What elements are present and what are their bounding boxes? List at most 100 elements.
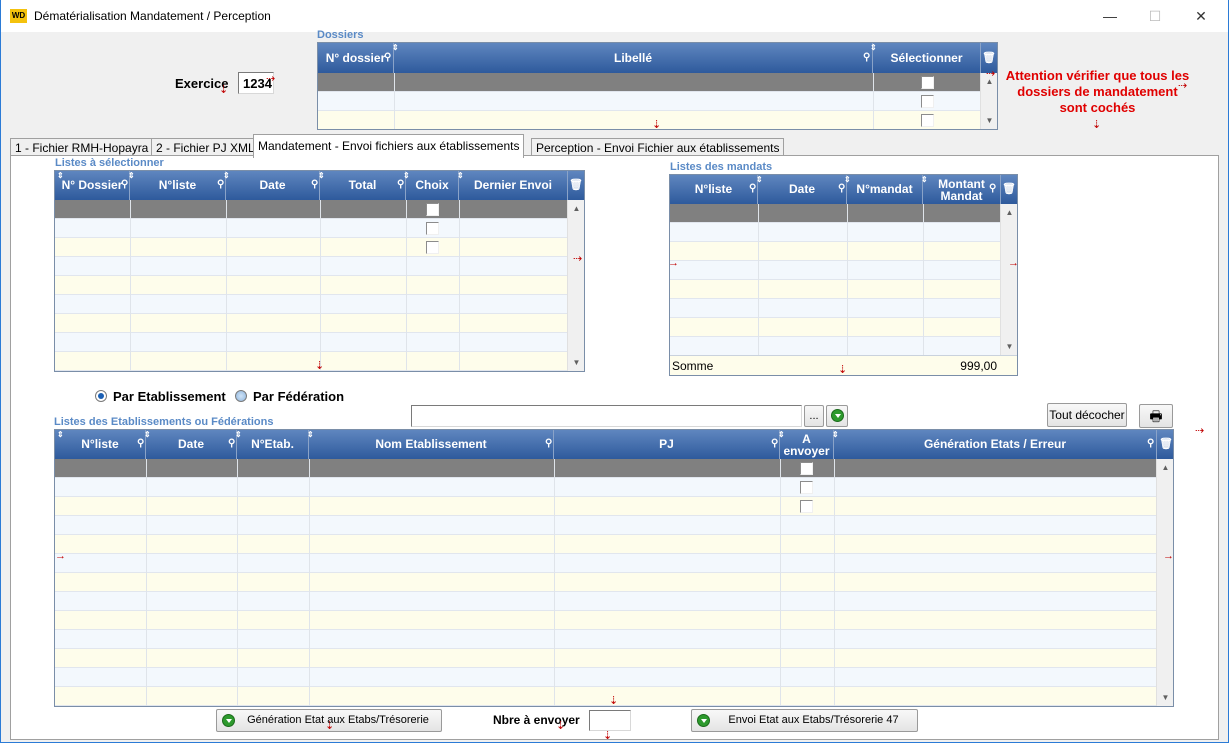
col-header[interactable]: N°mandat bbox=[847, 175, 923, 204]
scroll-down-icon[interactable]: ▼ bbox=[1001, 338, 1017, 355]
search-icon[interactable]: ⚲ bbox=[121, 179, 128, 190]
search-icon[interactable]: ⚲ bbox=[397, 179, 404, 190]
search-icon[interactable]: ⚲ bbox=[228, 438, 235, 449]
table-row[interactable] bbox=[55, 459, 1157, 478]
table-row[interactable] bbox=[55, 573, 1157, 592]
envoi-etat-button[interactable]: Envoi Etat aux Etabs/Trésorerie 47 bbox=[691, 709, 918, 732]
col-header[interactable]: Libellé bbox=[394, 43, 873, 73]
a-envoyer-checkbox[interactable] bbox=[800, 462, 813, 475]
scroll-down-icon[interactable]: ▼ bbox=[1157, 689, 1173, 706]
sort-icon[interactable]: ⇕ bbox=[235, 430, 242, 439]
select-checkbox[interactable] bbox=[921, 76, 934, 89]
table-row[interactable] bbox=[670, 242, 1001, 261]
tout-decocher-button[interactable]: Tout décocher bbox=[1047, 403, 1127, 427]
go-button[interactable] bbox=[826, 405, 848, 427]
sort-icon[interactable]: ⇕ bbox=[57, 171, 64, 180]
minimize-button[interactable]: — bbox=[1090, 4, 1130, 28]
search-icon[interactable]: ⚲ bbox=[384, 52, 391, 63]
search-icon[interactable]: ⚲ bbox=[771, 438, 778, 449]
sort-icon[interactable]: ⇕ bbox=[832, 430, 839, 439]
col-header[interactable]: N° dossier bbox=[318, 43, 394, 73]
sort-icon[interactable]: ⇕ bbox=[778, 430, 785, 439]
table-row[interactable] bbox=[55, 295, 568, 314]
table-row[interactable] bbox=[55, 649, 1157, 668]
trash-icon[interactable]: 🗑 bbox=[1002, 182, 1016, 195]
col-header[interactable]: N°Etab. bbox=[237, 430, 309, 459]
col-header[interactable]: A envoyer bbox=[780, 430, 834, 459]
scroll-up-icon[interactable]: ▲ bbox=[1001, 204, 1017, 221]
sort-icon[interactable]: ⇕ bbox=[392, 43, 399, 52]
scroll-up-icon[interactable]: ▲ bbox=[1157, 459, 1173, 476]
table-row[interactable] bbox=[55, 219, 568, 238]
table-row[interactable] bbox=[670, 223, 1001, 242]
table-row[interactable] bbox=[55, 478, 1157, 497]
table-row[interactable] bbox=[55, 238, 568, 257]
table-row[interactable] bbox=[55, 535, 1157, 554]
choix-checkbox[interactable] bbox=[426, 222, 439, 235]
table-row[interactable] bbox=[318, 73, 981, 92]
table-row[interactable] bbox=[670, 204, 1001, 223]
col-header[interactable]: Génération Etats / Erreur bbox=[834, 430, 1157, 459]
table-row[interactable] bbox=[55, 352, 568, 371]
sort-icon[interactable]: ⇕ bbox=[403, 171, 410, 180]
select-checkbox[interactable] bbox=[921, 114, 934, 127]
choix-checkbox[interactable] bbox=[426, 203, 439, 216]
print-button[interactable]: 🖶 bbox=[1139, 404, 1173, 428]
col-header[interactable]: N° Dossier bbox=[55, 171, 130, 200]
table-row[interactable] bbox=[55, 592, 1157, 611]
table-row[interactable] bbox=[55, 687, 1157, 706]
col-header[interactable]: N°liste bbox=[670, 175, 758, 204]
trash-icon[interactable]: 🗑 bbox=[1159, 437, 1173, 450]
scroll-down-icon[interactable]: ▼ bbox=[981, 112, 997, 129]
table-row[interactable] bbox=[318, 111, 981, 129]
sort-icon[interactable]: ⇕ bbox=[307, 430, 314, 439]
col-header[interactable]: Dernier Envoi bbox=[459, 171, 568, 200]
search-icon[interactable]: ⚲ bbox=[545, 438, 552, 449]
vertical-scrollbar[interactable]: ▲ ▼ bbox=[1000, 204, 1017, 355]
table-row[interactable] bbox=[55, 276, 568, 295]
table-row[interactable] bbox=[55, 314, 568, 333]
sort-icon[interactable]: ⇕ bbox=[128, 171, 135, 180]
sort-icon[interactable]: ⇕ bbox=[144, 430, 151, 439]
select-checkbox[interactable] bbox=[921, 95, 934, 108]
radio-par-etablissement[interactable] bbox=[95, 390, 107, 402]
vertical-scrollbar[interactable]: ▲ ▼ bbox=[567, 200, 584, 371]
radio-par-federation[interactable] bbox=[235, 390, 247, 402]
col-header[interactable]: Date bbox=[226, 171, 320, 200]
table-row[interactable] bbox=[55, 554, 1157, 573]
table-row[interactable] bbox=[670, 261, 1001, 280]
col-header[interactable]: Sélectionner bbox=[873, 43, 981, 73]
trash-icon[interactable]: 🗑 bbox=[569, 178, 583, 191]
table-row[interactable] bbox=[55, 611, 1157, 630]
col-header[interactable]: Nom Etablissement bbox=[309, 430, 554, 459]
vertical-scrollbar[interactable]: ▲ ▼ bbox=[980, 73, 997, 129]
search-icon[interactable]: ⚲ bbox=[137, 438, 144, 449]
table-row[interactable] bbox=[55, 257, 568, 276]
table-row[interactable] bbox=[318, 92, 981, 111]
scroll-down-icon[interactable]: ▼ bbox=[568, 354, 584, 371]
search-icon[interactable]: ⚲ bbox=[311, 179, 318, 190]
col-header[interactable]: Date bbox=[146, 430, 237, 459]
sort-icon[interactable]: ⇕ bbox=[921, 175, 928, 184]
a-envoyer-checkbox[interactable] bbox=[800, 500, 813, 513]
search-icon[interactable]: ⚲ bbox=[217, 179, 224, 190]
table-row[interactable] bbox=[670, 318, 1001, 337]
maximize-button[interactable]: ☐ bbox=[1135, 4, 1175, 28]
col-header[interactable]: N°liste bbox=[130, 171, 226, 200]
sort-icon[interactable]: ⇕ bbox=[870, 43, 877, 52]
scroll-up-icon[interactable]: ▲ bbox=[568, 200, 584, 217]
search-icon[interactable]: ⚲ bbox=[863, 52, 870, 63]
sort-icon[interactable]: ⇕ bbox=[318, 171, 325, 180]
col-header[interactable]: Choix bbox=[406, 171, 459, 200]
a-envoyer-checkbox[interactable] bbox=[800, 481, 813, 494]
col-header[interactable]: Date bbox=[758, 175, 847, 204]
table-row[interactable] bbox=[55, 630, 1157, 649]
table-row[interactable] bbox=[55, 497, 1157, 516]
table-row[interactable] bbox=[55, 200, 568, 219]
col-header[interactable]: Total bbox=[320, 171, 406, 200]
tab-mandatement[interactable]: Mandatement - Envoi fichiers aux établis… bbox=[253, 134, 525, 158]
table-row[interactable] bbox=[55, 516, 1157, 535]
close-button[interactable]: ✕ bbox=[1181, 4, 1221, 28]
table-row[interactable] bbox=[55, 333, 568, 352]
sort-icon[interactable]: ⇕ bbox=[223, 171, 230, 180]
